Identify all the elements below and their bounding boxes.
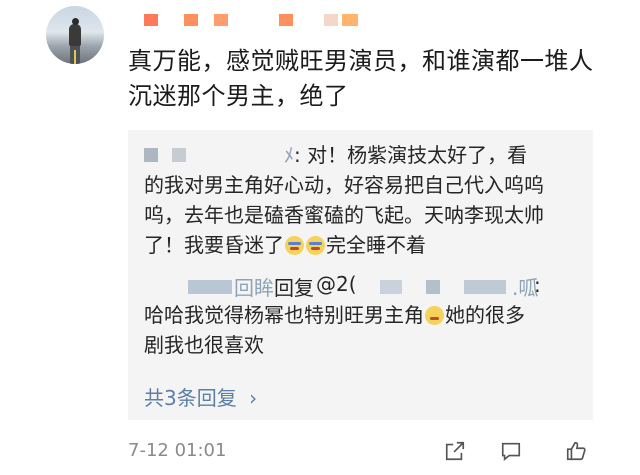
reply-1-tail: 完全睡不着: [326, 233, 426, 257]
mosaic-block: [184, 14, 198, 26]
mosaic-block: [342, 14, 358, 26]
chevron-right-icon: ›: [249, 386, 258, 410]
replies-box[interactable]: ﾒ: 对！杨紫演技太好了，看的我对男主角好心动，好容易把自己代入呜呜呜，去年也是…: [128, 130, 593, 420]
avatar[interactable]: [46, 6, 104, 64]
avatar-road-line: [74, 50, 76, 64]
avatar-person: [69, 24, 81, 46]
avatar-head: [72, 18, 79, 25]
reply-1-author-suffix: ﾒ: [284, 143, 294, 167]
reply-1: ﾒ: 对！杨紫演技太好了，看的我对男主角好心动，好容易把自己代入呜呜呜，去年也是…: [144, 140, 544, 260]
like-icon[interactable]: [565, 440, 589, 464]
mosaic-block: [144, 14, 158, 26]
reply-2: :哈哈我觉得杨幂也特别旺男主角 她的很多剧我也很喜欢: [144, 270, 544, 360]
crying-emoji: [285, 236, 304, 255]
mosaic-block: [324, 14, 338, 26]
mosaic-block: [214, 14, 228, 26]
timestamp: 7-12 01:01: [128, 440, 227, 461]
share-icon[interactable]: [444, 440, 466, 464]
comment-text: 真万能，感觉贼旺男演员，和谁演都一堆人沉迷那个男主，绝了: [128, 47, 594, 110]
mosaic-block: [279, 14, 293, 26]
more-replies-link[interactable]: 共3条回复 ›: [144, 382, 257, 411]
comment-icon[interactable]: [500, 440, 524, 464]
laughing-emoji: [425, 306, 444, 325]
crying-emoji: [306, 236, 325, 255]
more-replies-label: 共3条回复: [144, 386, 237, 410]
username-mosaic[interactable]: [144, 12, 374, 28]
